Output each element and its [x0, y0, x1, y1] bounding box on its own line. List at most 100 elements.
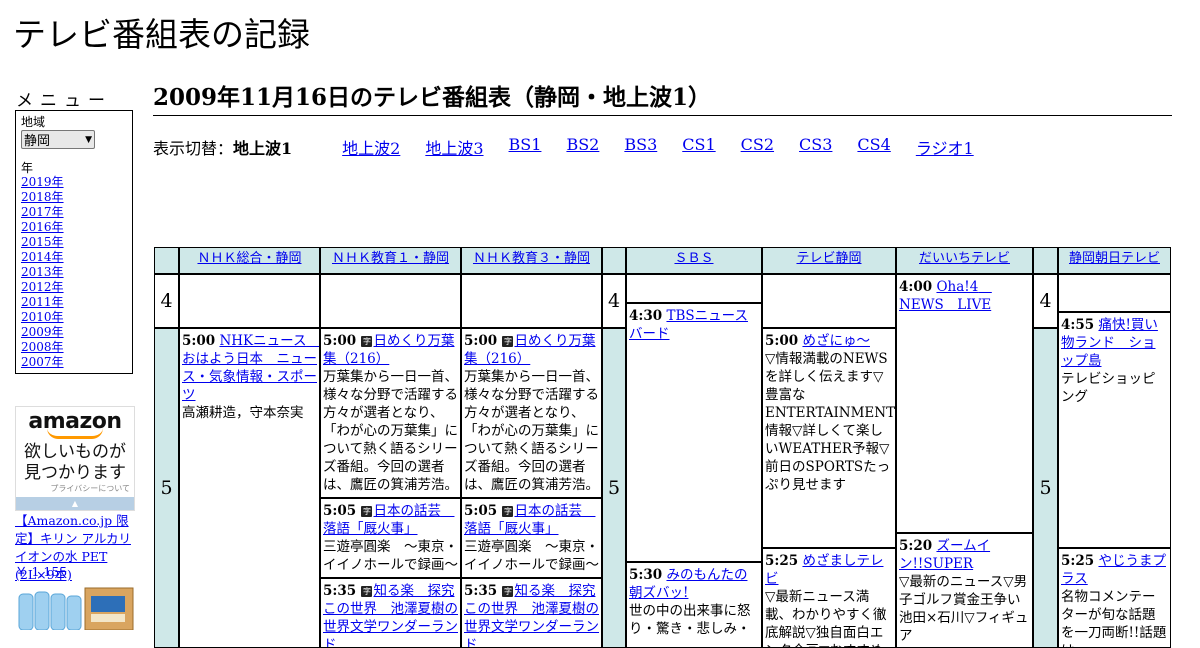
switcher-current: 地上波1: [233, 139, 293, 158]
program-desc: 万葉集から一日一首、様々な分野で活躍する方々が選者となり、「わが心の万葉集」につ…: [323, 369, 458, 493]
program-empty: [626, 274, 762, 303]
switcher-link[interactable]: 地上波2: [342, 135, 400, 159]
program-time: 4:30: [629, 308, 663, 324]
year-link[interactable]: 2007年: [21, 355, 64, 369]
program-empty: [1058, 274, 1171, 312]
channel-header[interactable]: だいいちテレビ: [896, 247, 1033, 274]
year-link[interactable]: 2014年: [21, 250, 64, 264]
program-time: 5:35: [464, 583, 498, 599]
year-link[interactable]: 2010年: [21, 310, 64, 324]
switcher-link[interactable]: ラジオ1: [916, 135, 974, 159]
program-desc: 高瀬耕造，守本奈実: [182, 405, 304, 421]
program-empty: [179, 274, 320, 328]
program-time: 5:00: [323, 333, 357, 349]
hour-label: 5: [1033, 328, 1058, 648]
program-cell: 4:00 Oha!4 NEWS LIVE: [896, 274, 1033, 533]
program-desc: ▽最新のニュース▽男子ゴルフ賞金王争い 池田×石川▽フィギュア: [899, 574, 1033, 644]
caret-up-icon: ▲: [71, 499, 79, 508]
program-time: 5:00: [765, 333, 799, 349]
program-cell: 5:00 字日めくり万葉集（216） 万葉集から一日一首、様々な分野で活躍する方…: [461, 328, 602, 498]
program-time: 4:55: [1061, 317, 1095, 333]
switcher-label-text: 表示切替：: [153, 139, 234, 158]
year-link[interactable]: 2016年: [21, 220, 64, 234]
channel-link[interactable]: ＮＨＫ教育３・静岡: [473, 251, 590, 266]
subtitle-badge-icon: 字: [361, 586, 373, 597]
program-empty: [461, 274, 602, 328]
switcher-link[interactable]: BS1: [509, 135, 542, 159]
program-time: 5:05: [464, 503, 498, 519]
hour-label: 5: [154, 328, 179, 648]
switcher-link[interactable]: CS4: [857, 135, 890, 159]
program-time: 5:00: [464, 333, 498, 349]
menu-box: 地域 静岡 ▼ 年 2019年 2018年 2017年 2016年 2015年 …: [15, 110, 133, 374]
program-time: 5:25: [1061, 553, 1095, 569]
ad-privacy-link[interactable]: プライバシーについて: [16, 484, 134, 494]
subtitle-badge-icon: 字: [361, 506, 373, 517]
ad-product-image[interactable]: [15, 582, 135, 630]
year-link[interactable]: 2019年: [21, 175, 64, 189]
channel-header[interactable]: ＮＨＫ教育３・静岡: [461, 247, 602, 274]
channel-link[interactable]: だいいちテレビ: [919, 251, 1010, 266]
site-title: テレビ番組表の記録: [13, 15, 310, 54]
switcher-link[interactable]: CS1: [682, 135, 715, 159]
program-desc: ▽情報満載のNEWSを詳しく伝えます▽豊富なENTERTAINMENT情報▽詳し…: [765, 351, 896, 493]
year-link[interactable]: 2009年: [21, 325, 64, 339]
program-cell: 5:25 めざましテレビ ▽最新ニュース満載、わかりやすく徹底解説▽独自面白エン…: [762, 548, 896, 648]
year-link[interactable]: 2011年: [21, 295, 64, 309]
switcher-link[interactable]: CS2: [741, 135, 774, 159]
program-cell: 5:05 字日本の話芸 落語「厩火事」 三遊亭圓楽 ～東京・イイノホールで録画～: [320, 498, 461, 578]
year-link[interactable]: 2017年: [21, 205, 64, 219]
amazon-ad-banner[interactable]: amazon 欲しいものが 見つかります プライバシーについて ▲: [15, 406, 135, 511]
program-title-link[interactable]: めざにゅ～: [802, 333, 870, 349]
hour-header-corner: [154, 247, 179, 274]
program-desc: 三遊亭圓楽 ～東京・イイノホールで録画～: [323, 539, 458, 573]
program-time: 5:35: [323, 583, 357, 599]
hour-label: 4: [154, 274, 179, 328]
region-select-value: 静岡: [24, 134, 51, 149]
program-time: 4:00: [899, 279, 933, 295]
ad-product-price: ￥ 1,155: [15, 564, 68, 579]
subtitle-badge-icon: 字: [502, 586, 514, 597]
ad-copy: 欲しいものが 見つかります: [16, 442, 134, 484]
hour-header-corner: [1033, 247, 1058, 274]
channel-header[interactable]: 静岡朝日テレビ: [1058, 247, 1171, 274]
channel-link[interactable]: テレビ静岡: [796, 251, 861, 266]
menu-heading: メニュー: [16, 91, 112, 111]
channel-header[interactable]: ＳＢＳ: [626, 247, 762, 274]
switcher-link[interactable]: BS2: [566, 135, 599, 159]
hour-label: 5: [602, 328, 626, 648]
view-switcher: 表示切替：地上波1 地上波2 地上波3 BS1 BS2 BS3 CS1 CS2 …: [153, 135, 999, 159]
channel-link[interactable]: ＳＢＳ: [674, 251, 713, 266]
ad-expand-bar[interactable]: ▲: [16, 497, 134, 510]
year-list: 2019年 2018年 2017年 2016年 2015年 2014年 2013…: [21, 175, 127, 370]
channel-header[interactable]: テレビ静岡: [762, 247, 896, 274]
switcher-link[interactable]: CS3: [799, 135, 832, 159]
channel-header[interactable]: ＮＨＫ総合・静岡: [179, 247, 320, 274]
channel-link[interactable]: 静岡朝日テレビ: [1069, 251, 1160, 266]
chevron-down-icon: ▼: [85, 134, 92, 145]
page-title: 2009年11月16日のテレビ番組表（静岡・地上波1）: [153, 82, 1172, 116]
program-cell: 4:30 TBSニュースバード: [626, 303, 762, 562]
channel-header[interactable]: ＮＨＫ教育１・静岡: [320, 247, 461, 274]
year-link[interactable]: 2012年: [21, 280, 64, 294]
year-link[interactable]: 2018年: [21, 190, 64, 204]
switcher-link[interactable]: BS3: [624, 135, 657, 159]
channel-link[interactable]: ＮＨＫ教育１・静岡: [332, 251, 449, 266]
program-desc: テレビショッピング: [1061, 371, 1156, 405]
program-time: 5:25: [765, 553, 799, 569]
year-link[interactable]: 2015年: [21, 235, 64, 249]
program-empty: [320, 274, 461, 328]
program-cell: 5:35 字知る楽 探究この世界 池澤夏樹の世界文学ワンダーランド: [320, 578, 461, 648]
year-link[interactable]: 2013年: [21, 265, 64, 279]
program-cell: 5:00 NHKニュース おはよう日本 ニュース・気象情報・スポーツ 高瀬耕造，…: [179, 328, 320, 648]
hour-header-corner: [602, 247, 626, 274]
year-label: 年: [21, 161, 34, 175]
switcher-link[interactable]: 地上波3: [425, 135, 483, 159]
hour-label: 4: [602, 274, 626, 328]
water-bottles-icon: [15, 582, 135, 630]
region-select[interactable]: 静岡 ▼: [21, 130, 95, 149]
program-desc: 万葉集から一日一首、様々な分野で活躍する方々が選者となり、「わが心の万葉集」につ…: [464, 369, 599, 493]
channel-link[interactable]: ＮＨＫ総合・静岡: [197, 251, 301, 266]
year-link[interactable]: 2008年: [21, 340, 64, 354]
program-cell: 5:30 みのもんたの朝ズバッ! 世の中の出来事に怒り・驚き・悲しみ・: [626, 562, 762, 648]
